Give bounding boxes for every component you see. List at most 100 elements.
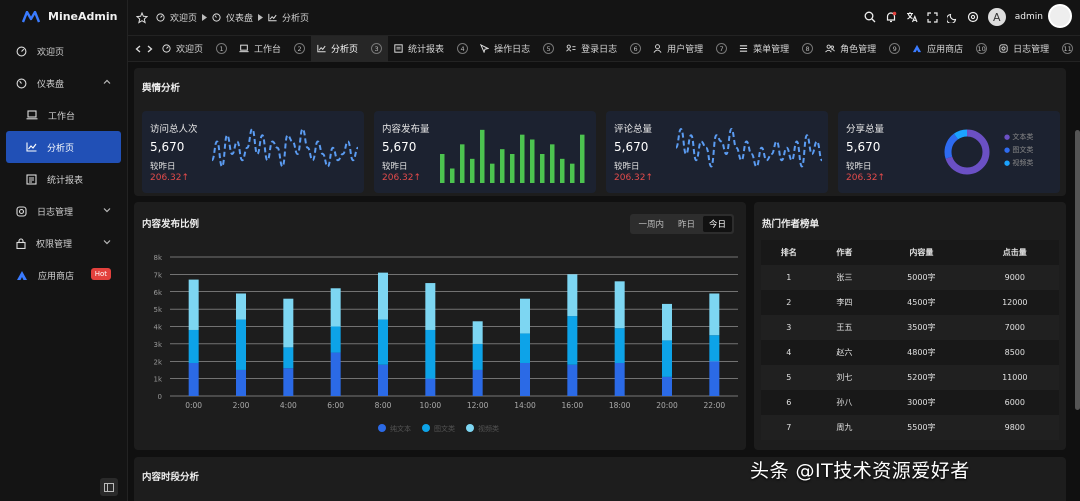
bar-segment[interactable] <box>425 283 436 330</box>
bar-segment[interactable] <box>283 347 294 369</box>
bar-segment[interactable] <box>330 288 341 327</box>
sidebar-item-logs[interactable]: 日志管理 <box>0 195 127 227</box>
sidebar-item-analysis[interactable]: 分析页 <box>6 131 121 163</box>
bar-segment[interactable] <box>378 319 388 365</box>
tab-operation-log[interactable]: 操作日志 5 <box>474 36 560 62</box>
bar-segment[interactable] <box>472 343 483 370</box>
bar-segment[interactable] <box>614 281 625 329</box>
bar-segment[interactable] <box>472 369 483 396</box>
notification-bell-icon[interactable] <box>885 11 897 23</box>
tab-login-log[interactable]: 登录日志 6 <box>560 36 647 62</box>
username[interactable]: admin <box>1015 12 1043 22</box>
stat-card-publish: 内容发布量 5,670 较昨日 206.32↑ <box>374 111 596 193</box>
translate-icon[interactable] <box>906 11 918 23</box>
tab-label: 用户管理 <box>667 45 704 55</box>
bar-segment[interactable] <box>520 362 530 396</box>
sidebar-item-permissions[interactable]: 权限管理 <box>0 227 127 259</box>
legend-marker[interactable] <box>378 424 386 432</box>
tab-log-management[interactable]: 日志管理 11 <box>993 36 1079 62</box>
tab-analysis[interactable]: 分析页 3 <box>311 35 389 62</box>
bar-segment[interactable] <box>378 272 388 320</box>
bar-segment[interactable] <box>330 352 341 396</box>
legend-item: ● 图文类 <box>1004 144 1033 157</box>
table-row[interactable]: 5 刘七 5200字 11000 <box>761 365 1059 390</box>
stat-value: 5,670 <box>382 140 417 154</box>
table-row[interactable]: 2 李四 4500字 12000 <box>761 290 1059 315</box>
bar-segment[interactable] <box>472 321 483 344</box>
bar-segment[interactable] <box>709 293 720 336</box>
tab-role-management[interactable]: 角色管理 9 <box>819 36 906 62</box>
profile-photo-avatar[interactable] <box>1048 4 1072 28</box>
bar-segment[interactable] <box>662 303 672 341</box>
star-icon[interactable] <box>136 11 148 24</box>
bar-segment[interactable] <box>283 368 294 396</box>
tab-welcome[interactable]: 欢迎页 1 <box>156 36 233 62</box>
tab-report[interactable]: 统计报表 4 <box>388 36 474 62</box>
bar-segment[interactable] <box>709 361 720 396</box>
tab-workbench[interactable]: 工作台 2 <box>233 36 311 62</box>
chevron-up-icon[interactable] <box>103 78 111 86</box>
fullscreen-icon[interactable] <box>927 11 938 23</box>
column-header[interactable]: 点击量 <box>970 240 1059 265</box>
publish-ratio-chart: 0 1k 2k 3k 4k 5k 6k 7k 8k 0:00 2:00 4:00 6:00 8:00 10:… <box>153 254 738 433</box>
tab-app-store[interactable]: 应用商店 10 <box>906 36 993 62</box>
bar-segment[interactable] <box>378 364 388 396</box>
bar-segment[interactable] <box>614 362 625 396</box>
sidebar-item-report[interactable]: 统计报表 <box>0 163 127 195</box>
legend-label[interactable]: 视频类 <box>478 424 499 433</box>
sidebar-item-app-store[interactable]: 应用商店 Hot <box>0 259 127 291</box>
bar-segment[interactable] <box>567 316 578 365</box>
logo[interactable]: MineAdmin <box>0 0 127 33</box>
bar-segment[interactable] <box>188 362 199 396</box>
bar-segment[interactable] <box>614 328 625 363</box>
legend-label[interactable]: 图文类 <box>434 424 455 433</box>
bar-segment[interactable] <box>236 369 246 396</box>
bar-segment[interactable] <box>662 340 672 377</box>
bar-segment[interactable] <box>330 326 341 353</box>
table-row[interactable]: 1 张三 5000字 9000 <box>761 265 1059 290</box>
tab-user-management[interactable]: 用户管理 7 <box>647 36 733 62</box>
table-row[interactable]: 6 孙八 3000字 6000 <box>761 390 1059 415</box>
legend-marker[interactable] <box>422 424 430 432</box>
page-scrollbar[interactable] <box>1075 130 1080 410</box>
bar-segment[interactable] <box>283 298 294 348</box>
bar-segment[interactable] <box>188 279 199 330</box>
breadcrumb-item[interactable]: 仪表盘 <box>226 11 253 24</box>
bar-segment[interactable] <box>188 329 199 363</box>
tab-menu-management[interactable]: 菜单管理 8 <box>733 36 819 62</box>
collapse-sidebar-button[interactable] <box>100 478 118 496</box>
dark-mode-moon-icon[interactable] <box>946 12 958 23</box>
sidebar-item-workbench[interactable]: 工作台 <box>0 99 127 131</box>
bar-segment[interactable] <box>236 293 246 320</box>
bar-segment[interactable] <box>662 376 672 396</box>
sidebar-item-dashboard[interactable]: 仪表盘 <box>0 67 127 99</box>
bar-segment[interactable] <box>520 298 530 334</box>
stat-title: 内容发布量 <box>382 124 430 135</box>
user-avatar[interactable]: A <box>987 8 1006 26</box>
column-header[interactable]: 作者 <box>816 240 873 265</box>
bar-segment[interactable] <box>709 335 720 362</box>
legend-label[interactable]: 纯文本 <box>390 424 411 433</box>
breadcrumb-item[interactable]: 欢迎页 <box>170 11 197 24</box>
column-header[interactable]: 内容量 <box>872 240 971 265</box>
table-row[interactable]: 3 王五 3500字 7000 <box>761 315 1059 340</box>
bar-segment[interactable] <box>520 333 530 363</box>
search-icon[interactable] <box>864 11 876 23</box>
chevron-left-icon[interactable] <box>132 45 144 53</box>
x-tick-label: 12:00 <box>467 401 489 410</box>
bar-segment[interactable] <box>567 274 578 317</box>
bar-segment[interactable] <box>425 378 436 396</box>
table-row[interactable]: 7 周九 5500字 9800 <box>761 415 1059 440</box>
chevron-right-icon[interactable] <box>144 45 156 53</box>
bar-segment[interactable] <box>236 319 246 370</box>
bar-segment[interactable] <box>425 329 436 379</box>
table-row[interactable]: 4 赵六 4800字 8500 <box>761 340 1059 365</box>
settings-gear-icon[interactable] <box>967 11 979 23</box>
sidebar-item-welcome[interactable]: 欢迎页 <box>0 35 127 67</box>
bar-segment[interactable] <box>567 364 578 396</box>
column-header[interactable]: 排名 <box>761 240 817 265</box>
chevron-down-icon[interactable] <box>103 206 111 214</box>
legend-marker[interactable] <box>466 424 474 432</box>
chevron-down-icon[interactable] <box>103 238 111 246</box>
table-cell: 8500 <box>970 340 1059 365</box>
